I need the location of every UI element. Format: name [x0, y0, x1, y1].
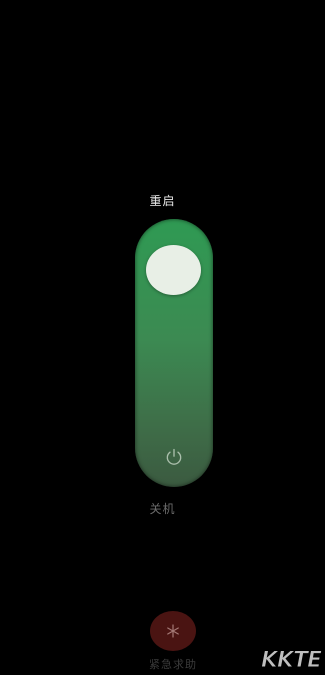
asterisk-icon: [167, 624, 179, 638]
power-slider-track[interactable]: [135, 219, 213, 487]
power-slider-knob[interactable]: [146, 245, 201, 295]
emergency-sos-button[interactable]: [150, 611, 196, 651]
shutdown-label: 关机: [149, 502, 176, 516]
power-icon: [166, 448, 182, 465]
restart-label: 重启: [149, 194, 176, 208]
emergency-sos-label: 紧急求助: [149, 658, 197, 671]
power-menu-screen: 重启 关机 紧急求助 KKTE: [0, 0, 325, 675]
watermark-logo: KKTE: [260, 648, 322, 674]
